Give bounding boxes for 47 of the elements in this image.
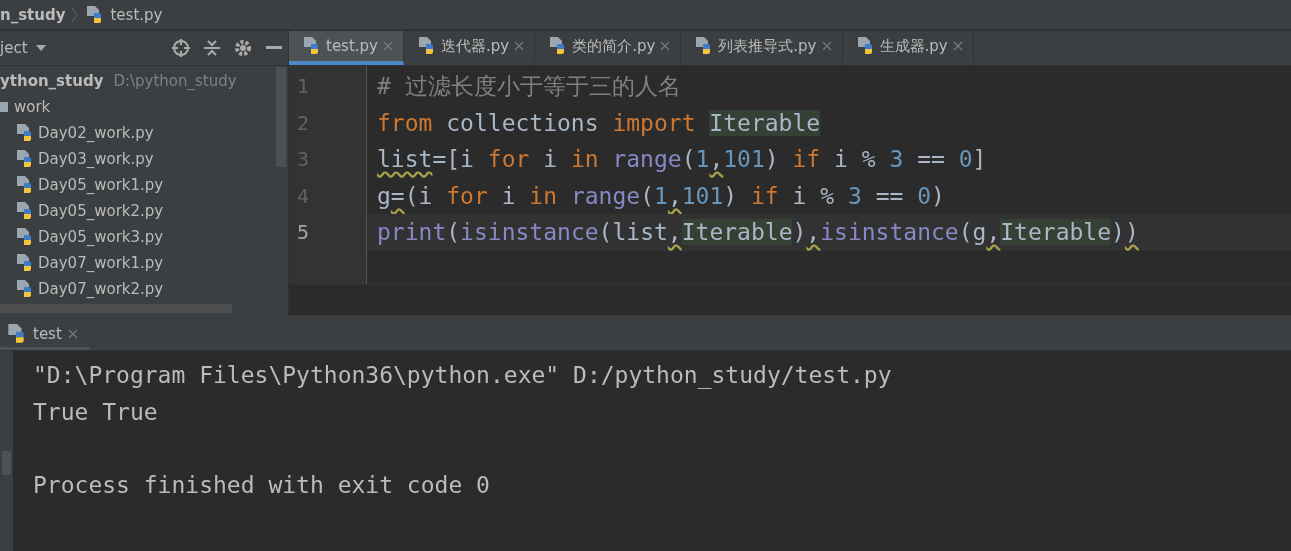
python-file-icon [14,227,34,247]
scrollbar[interactable] [276,67,286,167]
project-path: D:\python_study [113,72,237,90]
python-file-icon [14,279,34,299]
console-output: "D:\Program Files\Python36\python.exe" D:/python_study/test.py [33,361,892,391]
code-line: list=[i for i in range(1,101) if i % 3 == 0] [376,145,988,174]
line-number: 5 [296,219,311,246]
python-file-icon [416,36,436,56]
tree-item[interactable]: Day03_work.py [0,146,288,172]
python-file-icon [5,323,27,345]
tree-item[interactable]: work [0,94,288,120]
close-icon[interactable] [660,41,671,51]
python-file-icon [14,253,34,273]
close-icon[interactable] [514,41,525,51]
tree-item[interactable]: Day05_work1.py [0,172,288,198]
console-output: True True [33,397,159,427]
python-file-icon [14,149,34,169]
tree-item[interactable]: Day05_work2.py [0,198,288,224]
code-line: from collections import Iterable [376,108,822,138]
python-file-icon [301,36,321,56]
caret-icon [35,45,46,51]
tree-item[interactable]: Day05_work3.py [0,224,288,250]
tree-item[interactable]: Day07_work2.py [0,276,288,302]
close-icon[interactable] [67,329,78,339]
breadcrumb[interactable]: test.py [110,5,163,24]
minimize-icon[interactable] [266,46,282,50]
project-view-dropdown[interactable]: ject [0,39,158,57]
python-file-icon [14,175,34,195]
breadcrumb[interactable]: n_study [0,5,66,24]
close-icon[interactable] [821,41,832,51]
code-line: # 过滤长度小于等于三的人名 [376,72,682,101]
crosshair-icon[interactable] [172,39,190,57]
editor-tab[interactable]: test.py [289,31,404,65]
settings-icon[interactable] [234,39,252,57]
folder-icon [0,100,10,114]
close-icon[interactable] [383,41,393,51]
tree-item[interactable]: ython_study D:\python_study [0,68,288,94]
python-file-icon [14,123,34,143]
tree-item[interactable]: Day07_work1.py [0,250,288,276]
console-output: Process finished with exit code 0 [33,470,491,500]
code-line: g=(i for i in range(1,101) if i % 3 == 0) [376,181,946,211]
run-tab[interactable]: test [0,323,78,345]
close-icon[interactable] [952,41,963,51]
python-file-icon [14,201,34,221]
collapse-icon[interactable] [204,39,220,57]
tree-item[interactable]: Day02_work.py [0,120,288,146]
chevron-icon [71,6,79,23]
